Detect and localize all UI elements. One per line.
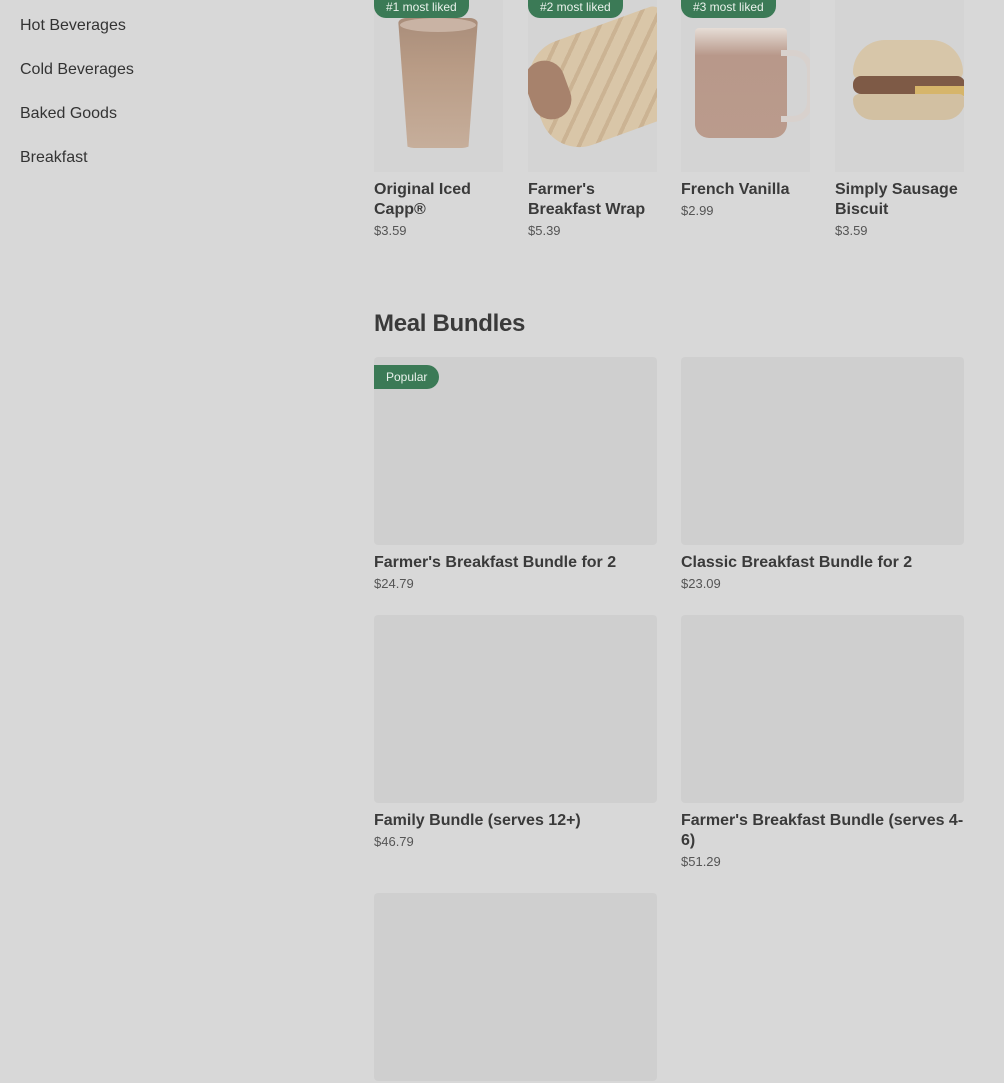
bundle-price: $24.79 <box>374 576 414 591</box>
bundle-image[interactable] <box>681 615 964 803</box>
product-image[interactable]: #3 most liked <box>681 0 810 172</box>
bundle-image[interactable]: Popular <box>374 357 657 545</box>
bundle-card-farmers-breakfast-serves-4-6[interactable]: Farmer's Breakfast Bundle (serves 4-6) $… <box>681 615 964 870</box>
sidebar-item-breakfast[interactable]: Breakfast <box>20 132 320 176</box>
product-image[interactable] <box>835 0 964 172</box>
bundle-image[interactable] <box>374 893 657 1081</box>
product-image[interactable]: #1 most liked <box>374 0 503 172</box>
sidebar-item-baked-goods[interactable]: Baked Goods <box>20 88 320 132</box>
product-price: $5.39 <box>528 223 561 238</box>
bundle-title[interactable]: Farmer's Breakfast Bundle for 2 <box>374 553 657 573</box>
sidebar-item-cold-beverages[interactable]: Cold Beverages <box>20 44 320 88</box>
bundle-image[interactable] <box>374 615 657 803</box>
sidebar-item-hot-beverages[interactable]: Hot Beverages <box>20 0 320 44</box>
most-liked-badge: #3 most liked <box>681 0 776 18</box>
product-image[interactable]: #2 most liked <box>528 0 657 172</box>
bundle-title[interactable]: Family Bundle (serves 12+) <box>374 811 657 831</box>
product-price: $3.59 <box>835 223 868 238</box>
bundle-title[interactable]: Classic Breakfast Bundle for 2 <box>681 553 964 573</box>
bundle-card-family-bundle[interactable]: Family Bundle (serves 12+) $46.79 <box>374 615 657 850</box>
bundle-price: $23.09 <box>681 576 721 591</box>
product-title[interactable]: French Vanilla <box>681 180 810 200</box>
bundle-card-classic-breakfast-for-2[interactable]: Classic Breakfast Bundle for 2 $23.09 <box>681 357 964 592</box>
most-liked-badge: #2 most liked <box>528 0 623 18</box>
product-card-simply-sausage-biscuit[interactable]: Simply Sausage Biscuit $3.59 <box>835 0 964 239</box>
product-title[interactable]: Farmer's Breakfast Wrap <box>528 180 657 220</box>
bundle-card-partial[interactable] <box>374 893 657 1081</box>
product-title[interactable]: Original Iced Capp® <box>374 180 503 220</box>
category-sidebar: Hot Beverages Cold Beverages Baked Goods… <box>20 0 320 176</box>
popular-badge: Popular <box>374 365 440 389</box>
product-title[interactable]: Simply Sausage Biscuit <box>835 180 964 220</box>
product-card-farmers-breakfast-wrap[interactable]: #2 most liked Farmer's Breakfast Wrap $5… <box>528 0 657 239</box>
product-card-original-iced-capp[interactable]: #1 most liked Original Iced Capp® $3.59 <box>374 0 503 239</box>
bundle-price: $51.29 <box>681 854 721 869</box>
page: Hot Beverages Cold Beverages Baked Goods… <box>0 0 1004 1083</box>
meal-bundles-heading: Meal Bundles <box>374 310 526 337</box>
bundle-title[interactable]: Farmer's Breakfast Bundle (serves 4-6) <box>681 811 964 851</box>
most-liked-badge: #1 most liked <box>374 0 469 18</box>
bundle-card-farmers-breakfast-for-2[interactable]: Popular Farmer's Breakfast Bundle for 2 … <box>374 357 657 592</box>
bundle-image[interactable] <box>681 357 964 545</box>
product-price: $2.99 <box>681 203 714 218</box>
bundle-price: $46.79 <box>374 834 414 849</box>
product-price: $3.59 <box>374 223 407 238</box>
most-liked-carousel: #1 most liked Original Iced Capp® $3.59 … <box>374 0 964 250</box>
product-card-french-vanilla[interactable]: #3 most liked French Vanilla $2.99 <box>681 0 810 219</box>
